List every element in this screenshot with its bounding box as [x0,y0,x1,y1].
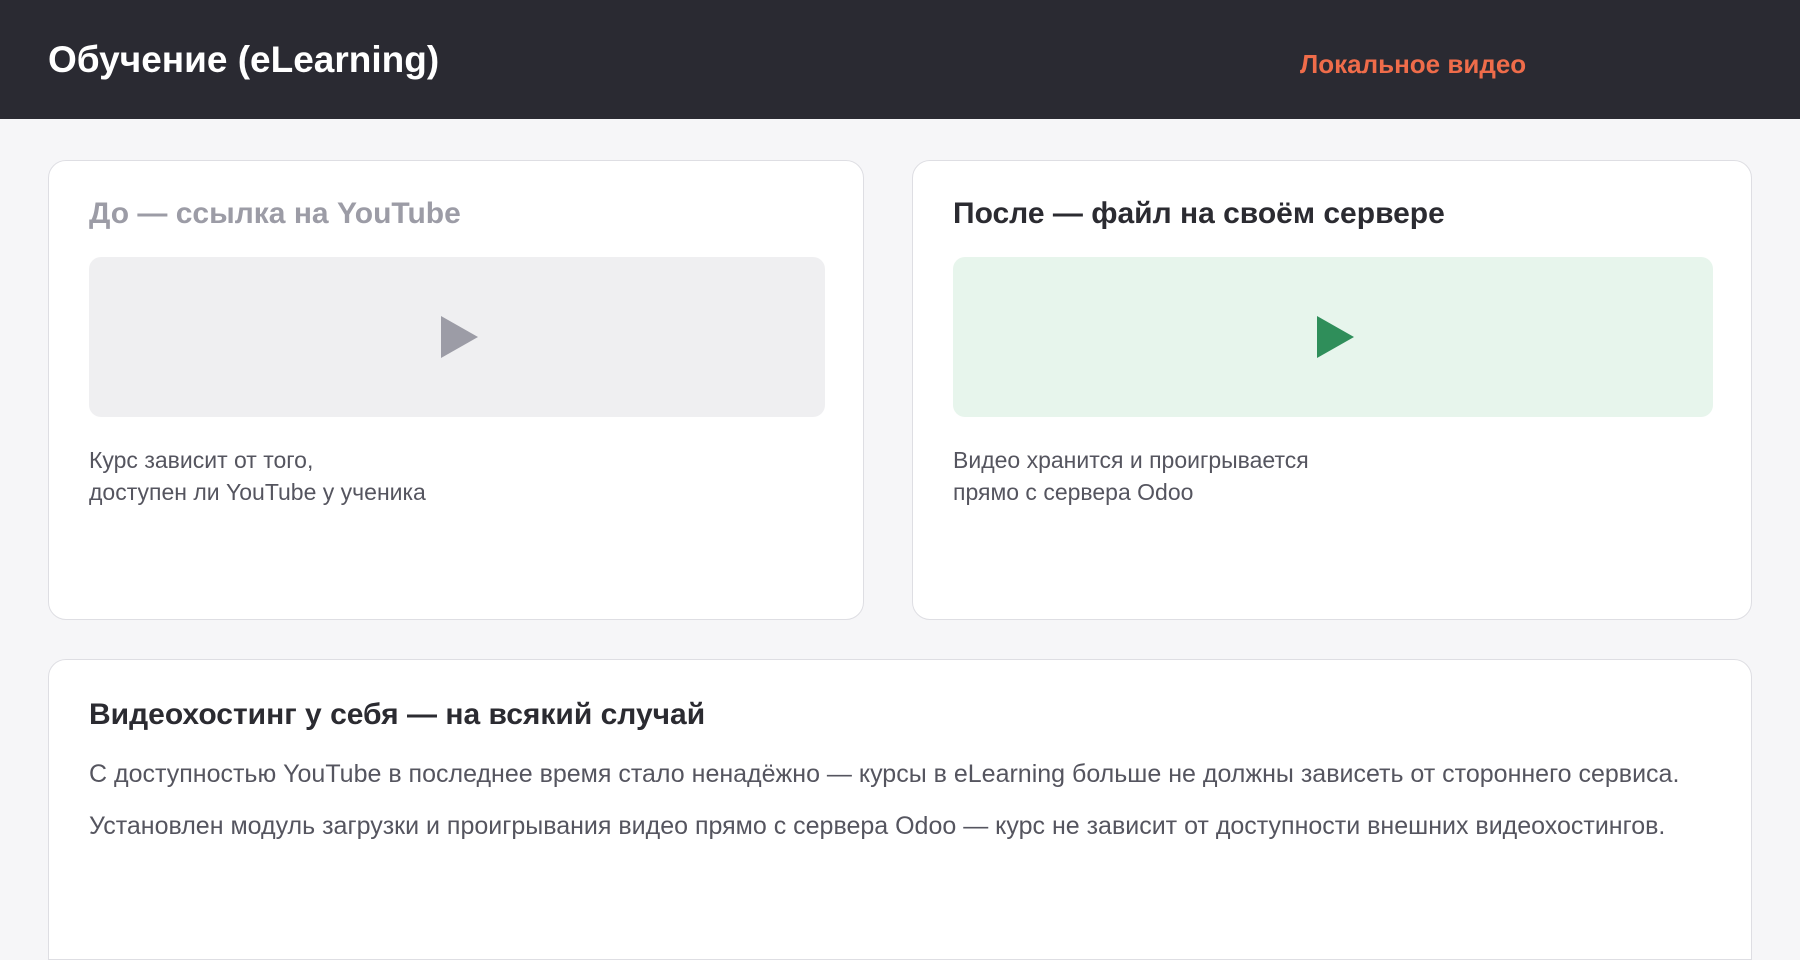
local-video-link[interactable]: Локальное видео [1300,48,1526,80]
after-title: После — файл на своём сервере [953,197,1445,230]
app-title: Обучение (eLearning) [48,39,440,80]
play-icon[interactable] [1317,316,1354,358]
before-title: До — ссылка на YouTube [89,197,461,230]
play-icon[interactable] [441,316,478,358]
after-line-2: прямо с сервера Odoo [953,479,1194,505]
app-header: Обучение (eLearning) Локальное видео [0,0,1800,119]
info-title: Видеохостинг у себя — на всякий случай [89,698,706,731]
after-line-1: Видео хранится и проигрывается [953,447,1309,473]
info-card: Видеохостинг у себя — на всякий случай С… [48,659,1752,960]
after-description: Видео хранится и проигрывается прямо с с… [953,444,1309,508]
youtube-video-player[interactable] [89,257,825,417]
before-description: Курс зависит от того, доступен ли YouTub… [89,444,426,508]
local-video-player[interactable] [953,257,1713,417]
before-card: До — ссылка на YouTube Курс зависит от т… [48,160,864,620]
info-paragraph-2: Установлен модуль загрузки и проигрывани… [89,812,1666,840]
before-line-2: доступен ли YouTube у ученика [89,479,426,505]
info-paragraph-1: С доступностью YouTube в последнее время… [89,760,1680,788]
before-line-1: Курс зависит от того, [89,447,314,473]
after-card: После — файл на своём сервере Видео хран… [912,160,1752,620]
